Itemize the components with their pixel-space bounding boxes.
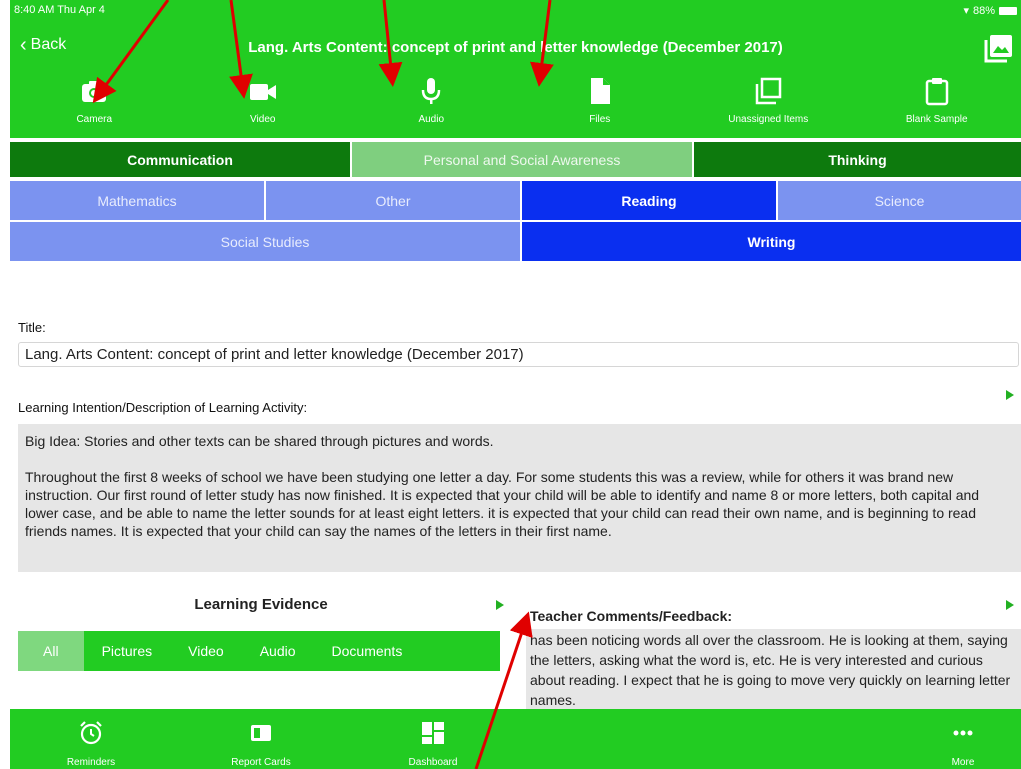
- filter-video[interactable]: Video: [170, 631, 242, 671]
- tab-communication[interactable]: Communication: [10, 142, 350, 177]
- description-label: Learning Intention/Description of Learni…: [18, 400, 308, 415]
- more-label: More: [951, 757, 975, 768]
- teacher-comments-label: Teacher Comments/Feedback:: [530, 608, 733, 624]
- filter-pictures[interactable]: Pictures: [84, 631, 171, 671]
- camera-label: Camera: [76, 114, 113, 125]
- tab-reading[interactable]: Reading: [522, 181, 776, 220]
- evidence-filter-bar: All Pictures Video Audio Documents: [18, 631, 500, 671]
- filter-audio[interactable]: Audio: [242, 631, 314, 671]
- tab-reminders[interactable]: Reminders: [56, 709, 126, 768]
- page-title: Lang. Arts Content: concept of print and…: [248, 39, 783, 56]
- expand-evidence-icon[interactable]: [496, 600, 504, 610]
- subject-tabs-row-2: Social Studies Writing: [10, 222, 1021, 261]
- files-label: Files: [589, 114, 611, 125]
- file-icon: [590, 78, 610, 104]
- audio-label: Audio: [418, 114, 445, 125]
- description-paragraph-1: Big Idea: Stories and other texts can be…: [25, 433, 494, 449]
- clipboard-icon: [925, 78, 948, 106]
- title-input[interactable]: [18, 342, 1019, 367]
- top-header: 8:40 AM Thu Apr 4 ▾ 88% ‹ Back Lang. Art…: [10, 0, 1021, 138]
- audio-button[interactable]: Audio: [347, 76, 516, 134]
- microphone-icon: [422, 78, 441, 104]
- title-label: Title:: [18, 320, 46, 335]
- battery-percent: 88%: [972, 4, 995, 17]
- report-cards-label: Report Cards: [231, 757, 291, 768]
- tab-more[interactable]: More: [928, 709, 998, 768]
- tab-personal-social-awareness[interactable]: Personal and Social Awareness: [352, 142, 692, 177]
- teacher-comments-text-area[interactable]: has been noticing words all over the cla…: [526, 629, 1021, 709]
- alarm-clock-icon: [80, 721, 102, 745]
- dashboard-icon: [422, 722, 444, 744]
- core-competency-tabs: Communication Personal and Social Awaren…: [10, 142, 1021, 177]
- reminders-label: Reminders: [66, 757, 116, 768]
- tab-other[interactable]: Other: [266, 181, 520, 220]
- capture-toolbar: Camera Video Audio Files Unassigned Item…: [10, 76, 1021, 134]
- filter-documents[interactable]: Documents: [314, 631, 421, 671]
- battery-icon: [999, 6, 1017, 15]
- subject-tabs-row-1: Mathematics Other Reading Science: [10, 181, 1021, 220]
- learning-evidence-title: Learning Evidence: [194, 596, 328, 613]
- description-paragraph-2: Throughout the first 8 weeks of school w…: [25, 469, 980, 539]
- tab-dashboard[interactable]: Dashboard: [398, 709, 468, 768]
- more-dots-icon: [953, 730, 973, 736]
- expand-comments-icon[interactable]: [1006, 600, 1014, 610]
- tab-report-cards[interactable]: Report Cards: [216, 709, 306, 768]
- description-text-area[interactable]: Big Idea: Stories and other texts can be…: [18, 424, 1021, 572]
- gallery-icon[interactable]: [983, 32, 1015, 64]
- blank-sample-label: Blank Sample: [905, 114, 968, 125]
- blank-sample-button[interactable]: Blank Sample: [853, 76, 1021, 134]
- status-right: ▾ 88%: [963, 4, 1017, 17]
- tab-writing[interactable]: Writing: [522, 222, 1021, 261]
- expand-description-icon[interactable]: [1006, 390, 1014, 400]
- video-label: Video: [250, 114, 276, 125]
- unassigned-items-label: Unassigned Items: [728, 114, 809, 125]
- camera-button[interactable]: Camera: [10, 76, 179, 134]
- tab-science[interactable]: Science: [778, 181, 1021, 220]
- unassigned-items-button[interactable]: Unassigned Items: [684, 76, 853, 134]
- wifi-icon: ▾: [963, 5, 969, 17]
- status-bar: 8:40 AM Thu Apr 4 ▾ 88%: [10, 0, 1021, 22]
- tab-thinking[interactable]: Thinking: [694, 142, 1021, 177]
- report-card-icon: [251, 725, 271, 741]
- camera-icon: [82, 81, 107, 102]
- files-button[interactable]: Files: [516, 76, 685, 134]
- bottom-tab-bar: Reminders Report Cards Dashboard More: [10, 709, 1021, 769]
- tab-mathematics[interactable]: Mathematics: [10, 181, 264, 220]
- dashboard-label: Dashboard: [408, 757, 458, 768]
- video-icon: [249, 84, 276, 100]
- filter-all[interactable]: All: [18, 631, 84, 671]
- status-time: 8:40 AM Thu Apr 4: [14, 4, 105, 16]
- video-button[interactable]: Video: [179, 76, 348, 134]
- tab-social-studies[interactable]: Social Studies: [10, 222, 520, 261]
- nav-row: ‹ Back Lang. Arts Content: concept of pr…: [10, 30, 1021, 70]
- stack-icon: [756, 77, 782, 105]
